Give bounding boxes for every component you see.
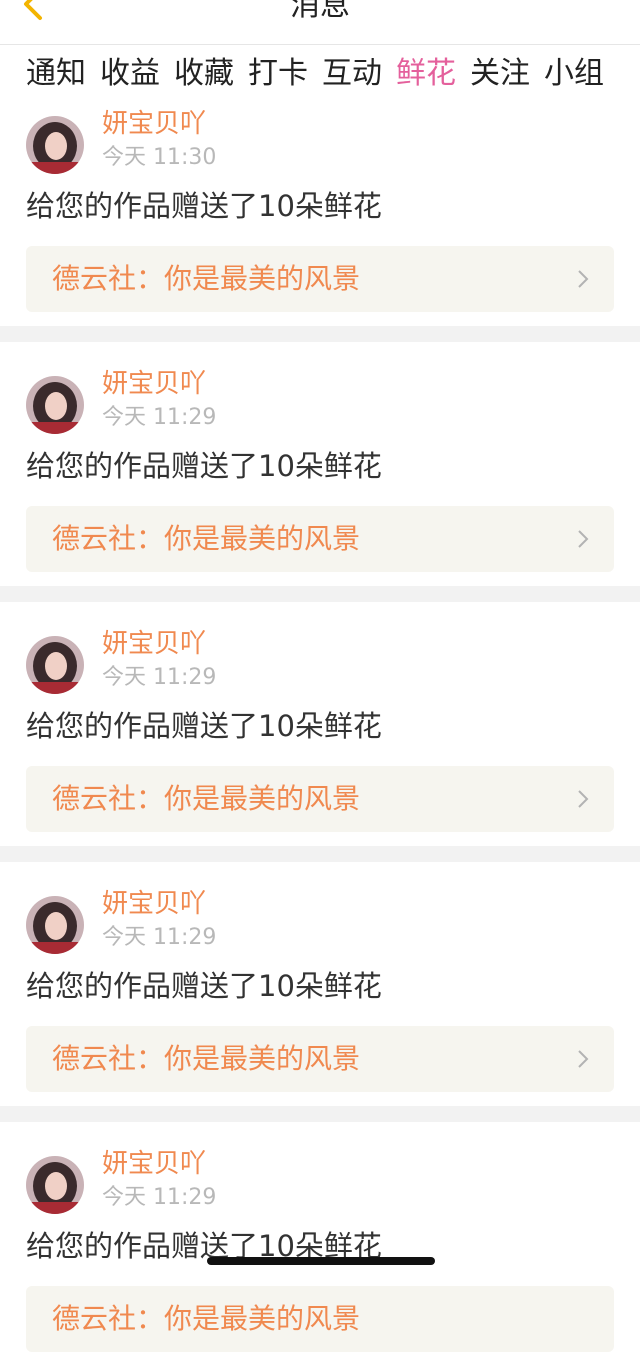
sender-name[interactable]: 妍宝贝吖 — [102, 1148, 206, 1180]
notification-item: 妍宝贝吖 今天 11:29 给您的作品赠送了10朵鲜花 德云社：你是最美的风景 — [0, 608, 640, 852]
sender-name[interactable]: 妍宝贝吖 — [102, 628, 206, 660]
chevron-right-icon — [578, 270, 589, 288]
divider — [0, 1106, 640, 1122]
work-title: 德云社：你是最美的风景 — [52, 1302, 361, 1335]
notification-message: 给您的作品赠送了10朵鲜花 — [26, 709, 382, 743]
work-link-card[interactable]: 德云社：你是最美的风景 — [26, 246, 614, 312]
chevron-right-icon — [578, 1050, 589, 1068]
work-link-card[interactable]: 德云社：你是最美的风景 — [26, 766, 614, 832]
notification-item: 妍宝贝吖 今天 11:29 给您的作品赠送了10朵鲜花 德云社：你是最美的风景 — [0, 868, 640, 1112]
work-link-card[interactable]: 德云社：你是最美的风景 — [26, 506, 614, 572]
chevron-right-icon — [578, 790, 589, 808]
user-avatar-icon — [26, 896, 84, 954]
notification-message: 给您的作品赠送了10朵鲜花 — [26, 189, 382, 223]
divider — [0, 846, 640, 862]
notification-message: 给您的作品赠送了10朵鲜花 — [26, 969, 382, 1003]
notification-message: 给您的作品赠送了10朵鲜花 — [26, 449, 382, 483]
sender-name[interactable]: 妍宝贝吖 — [102, 368, 206, 400]
notification-item: 妍宝贝吖 今天 11:29 给您的作品赠送了10朵鲜花 德云社：你是最美的风景 — [0, 348, 640, 592]
work-title: 德云社：你是最美的风景 — [52, 262, 361, 295]
user-avatar-icon — [26, 116, 84, 174]
work-title: 德云社：你是最美的风景 — [52, 782, 361, 815]
sender-name[interactable]: 妍宝贝吖 — [102, 108, 206, 140]
page-title: 消息 — [290, 0, 350, 23]
divider — [0, 586, 640, 602]
divider — [0, 326, 640, 342]
chevron-right-icon — [578, 530, 589, 548]
timestamp: 今天 11:29 — [102, 405, 217, 430]
avatar[interactable] — [26, 116, 84, 174]
work-title: 德云社：你是最美的风景 — [52, 1042, 361, 1075]
avatar[interactable] — [26, 376, 84, 434]
user-avatar-icon — [26, 636, 84, 694]
timestamp: 今天 11:29 — [102, 925, 217, 950]
timestamp: 今天 11:30 — [102, 145, 217, 170]
notification-item: 妍宝贝吖 今天 11:30 给您的作品赠送了10朵鲜花 德云社：你是最美的风景 — [0, 88, 640, 332]
avatar[interactable] — [26, 636, 84, 694]
user-avatar-icon — [26, 1156, 84, 1214]
work-link-card[interactable]: 德云社：你是最美的风景 — [26, 1026, 614, 1092]
timestamp: 今天 11:29 — [102, 665, 217, 690]
user-avatar-icon — [26, 376, 84, 434]
work-link-card[interactable]: 德云社：你是最美的风景 — [26, 1286, 614, 1352]
home-indicator[interactable] — [207, 1257, 435, 1265]
work-title: 德云社：你是最美的风景 — [52, 522, 361, 555]
sender-name[interactable]: 妍宝贝吖 — [102, 888, 206, 920]
notification-item: 妍宝贝吖 今天 11:29 给您的作品赠送了10朵鲜花 德云社：你是最美的风景 — [0, 1128, 640, 1372]
avatar[interactable] — [26, 896, 84, 954]
timestamp: 今天 11:29 — [102, 1185, 217, 1210]
top-nav-bar: 消息 — [0, 0, 640, 45]
avatar[interactable] — [26, 1156, 84, 1214]
